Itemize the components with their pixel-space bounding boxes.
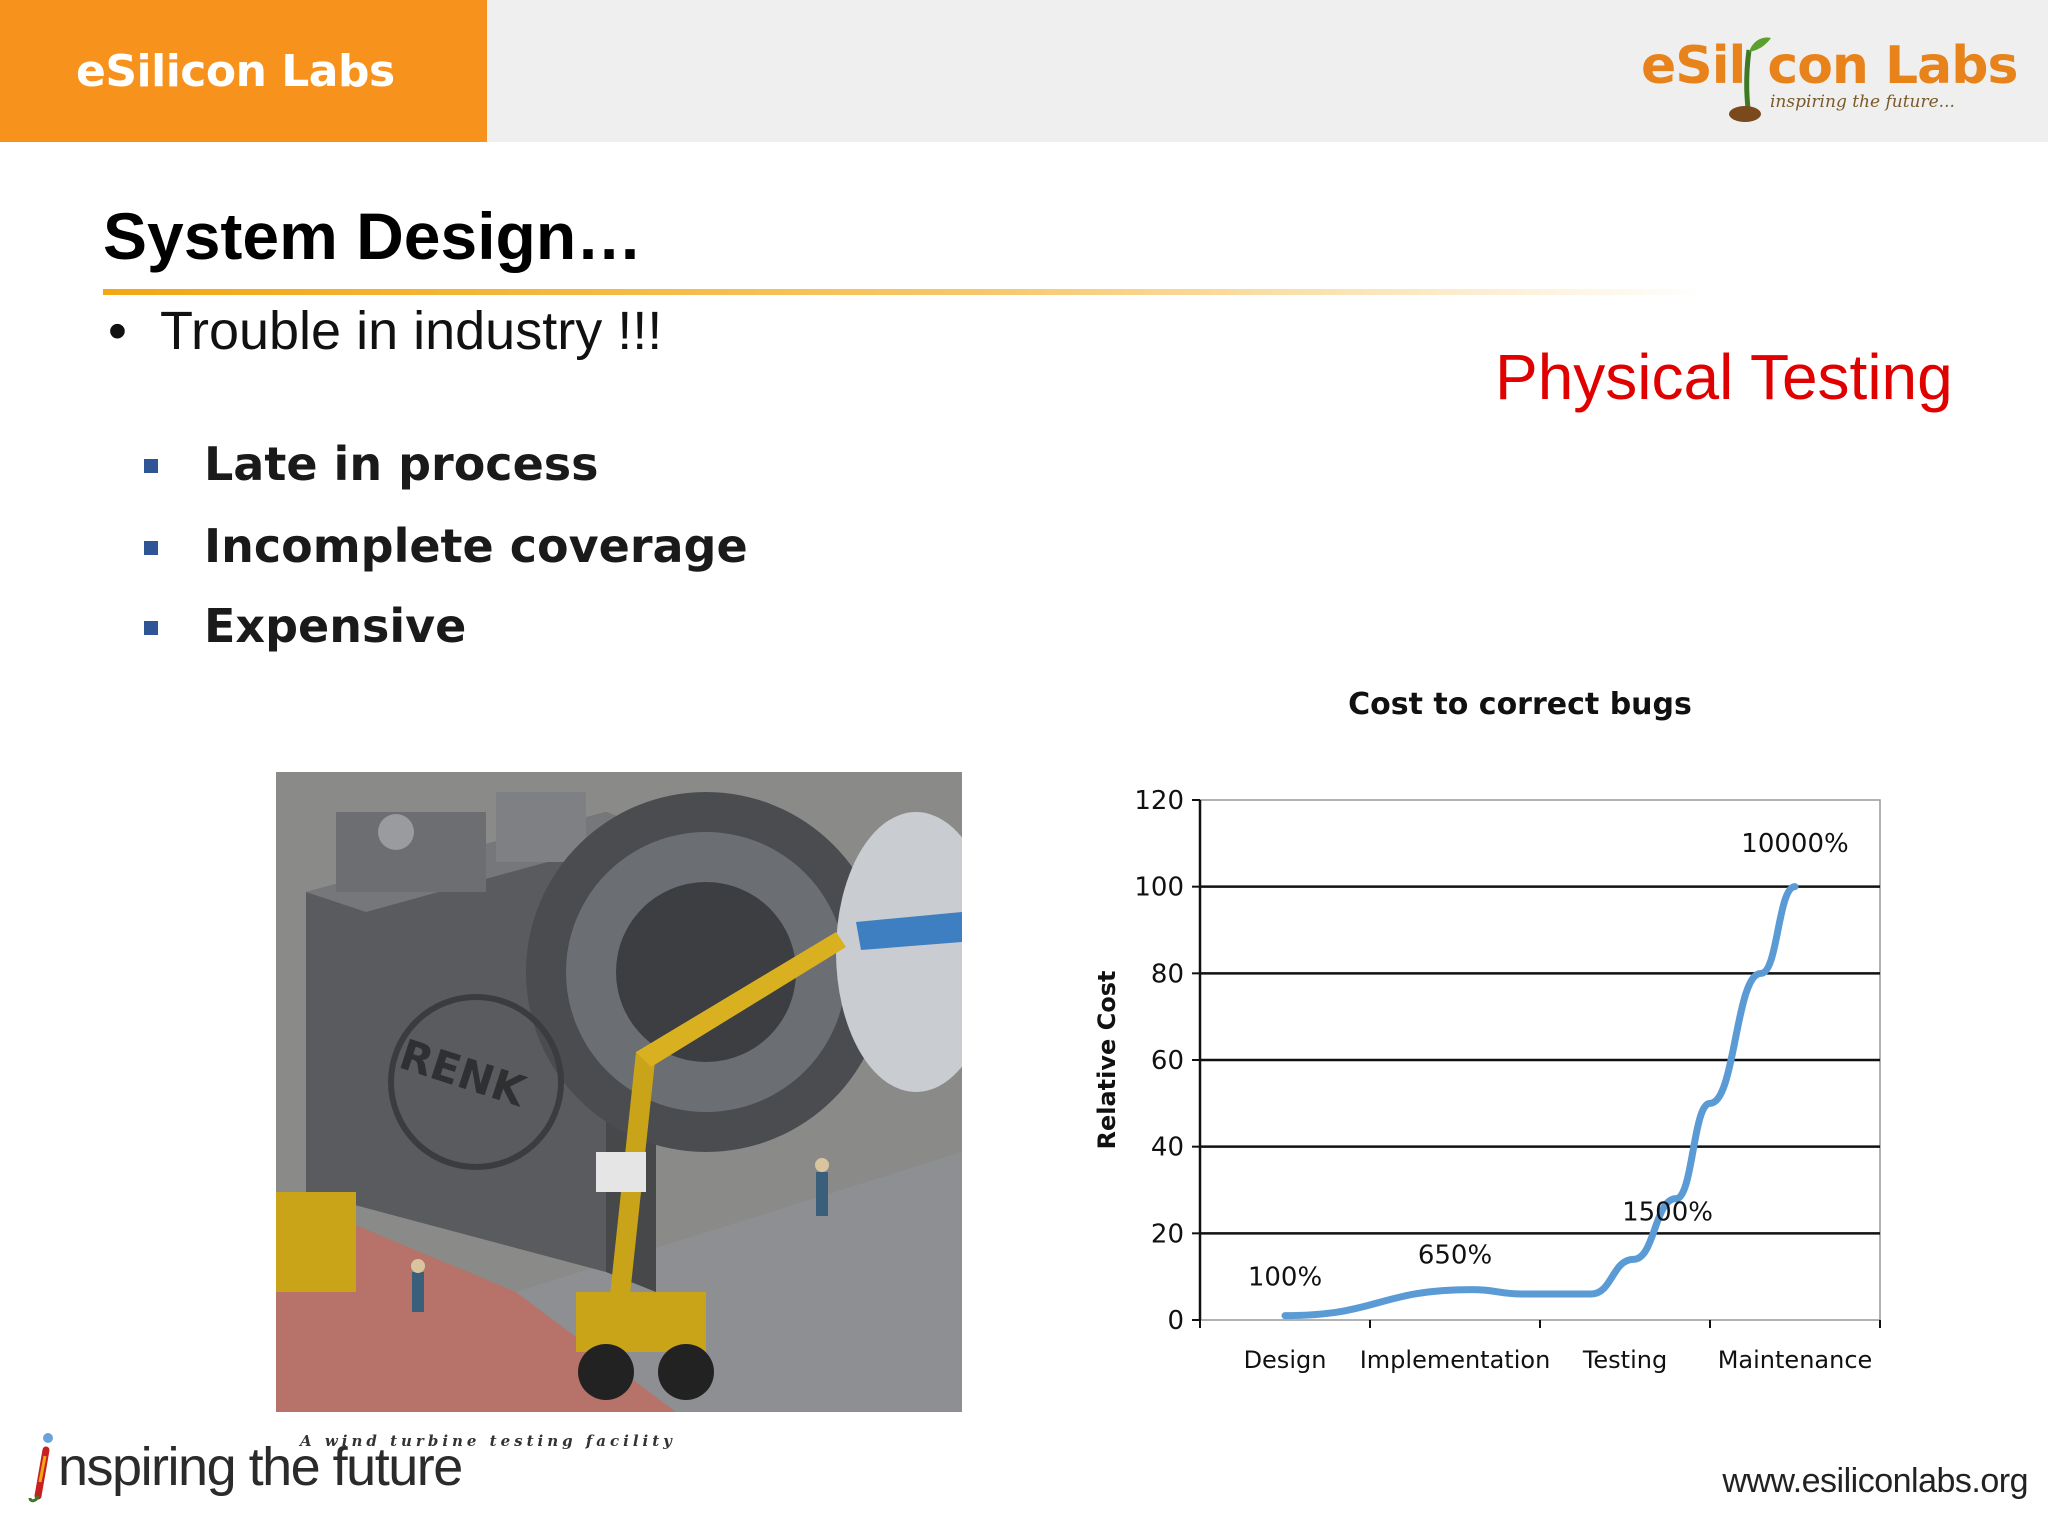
physical-testing-heading: Physical Testing (1495, 341, 1953, 413)
y-tick-label: 100 (1134, 873, 1184, 903)
y-tick-label: 20 (1151, 1219, 1184, 1249)
y-tick-label: 0 (1167, 1306, 1184, 1336)
header-brand-text: eSilicon Labs (76, 46, 395, 97)
y-tick-label: 40 (1151, 1133, 1184, 1163)
y-axis-label: Relative Cost (1093, 970, 1121, 1149)
i-letter-logo-icon (28, 1433, 53, 1503)
esilicon-logo: eSil con Labs inspiring the future... (1635, 30, 2018, 126)
x-tick-label: Testing (1582, 1346, 1667, 1374)
chart-title: Cost to correct bugs (1348, 687, 1692, 722)
x-tick-label: Design (1244, 1346, 1327, 1374)
cost-to-correct-bugs-chart: Cost to correct bugs Relative Cost 0 20 40 60… (1093, 687, 1881, 1374)
y-tick-label: 60 (1151, 1046, 1184, 1076)
square-bullet-icon (144, 621, 158, 635)
square-bullet-icon (144, 459, 158, 473)
data-label: 650% (1418, 1241, 1492, 1271)
x-tick-label: Maintenance (1718, 1346, 1873, 1374)
wind-turbine-facility-image: RENK (276, 772, 962, 1412)
footer-url[interactable]: www.esiliconlabs.org (1722, 1462, 2028, 1501)
slide-title: System Design… (103, 199, 643, 273)
y-tick-label: 120 (1134, 786, 1184, 816)
logo-tagline: inspiring the future... (1770, 92, 1955, 112)
main-bullet: • Trouble in industry !!! (108, 301, 663, 361)
series-line (1281, 883, 1799, 1320)
logo-wordmark: eSil con Labs (1641, 36, 2018, 96)
data-label: 1500% (1622, 1197, 1713, 1227)
title-underline (103, 289, 1703, 295)
y-tick-label: 80 (1151, 959, 1184, 989)
x-tick-label: Implementation (1360, 1346, 1551, 1374)
square-bullet-icon (144, 541, 158, 555)
footer-tagline: nspiring the future (28, 1430, 463, 1510)
data-label: 100% (1248, 1262, 1322, 1292)
data-label: 10000% (1741, 829, 1848, 859)
